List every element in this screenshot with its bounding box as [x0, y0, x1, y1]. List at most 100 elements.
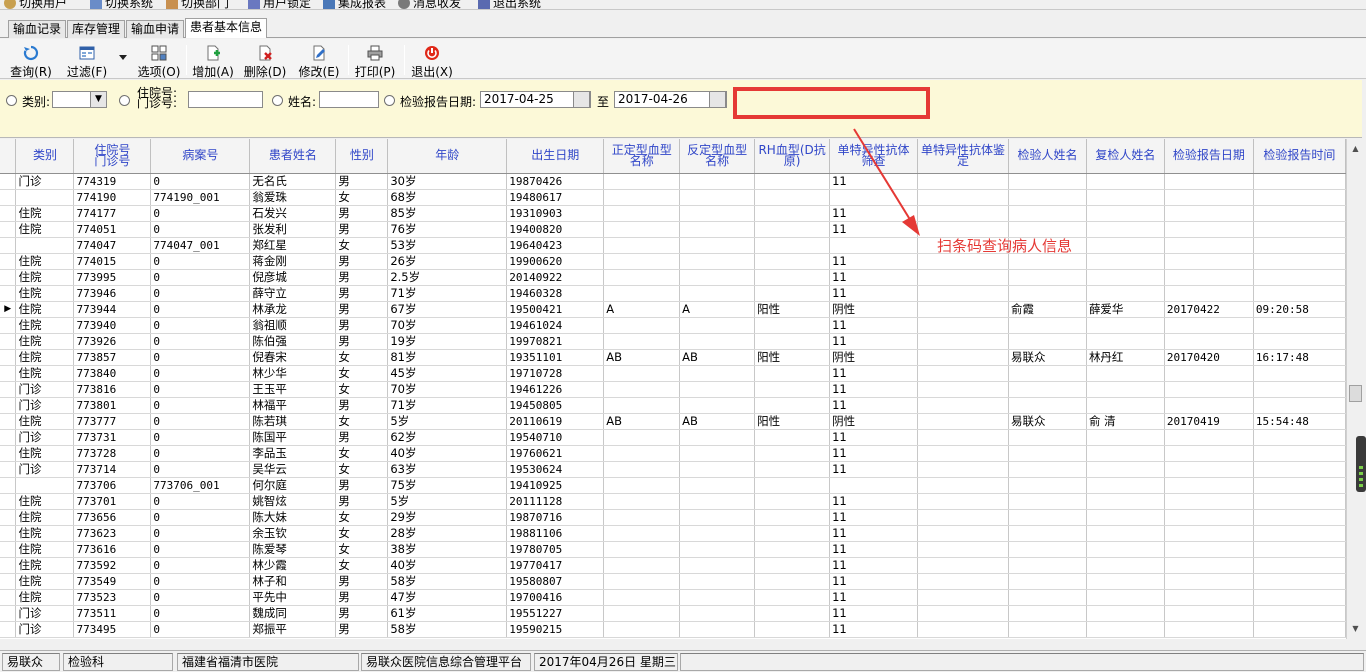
table-cell[interactable] [679, 285, 756, 302]
print-button[interactable]: 打印(P) [352, 42, 398, 79]
table-cell[interactable] [1253, 509, 1346, 526]
table-cell[interactable]: 773816 [73, 381, 152, 398]
table-cell[interactable] [15, 189, 75, 206]
table-cell[interactable] [603, 397, 681, 414]
table-cell[interactable]: 0 [150, 445, 251, 462]
table-cell[interactable] [1164, 557, 1254, 574]
table-cell[interactable]: 773840 [73, 365, 152, 382]
table-cell[interactable] [829, 237, 919, 254]
table-cell[interactable]: 0 [150, 525, 251, 542]
table-cell[interactable]: 女 [335, 413, 389, 430]
table-cell[interactable]: 王玉平 [249, 381, 337, 398]
table-cell[interactable] [679, 477, 756, 494]
table-cell[interactable]: 40岁 [387, 557, 508, 574]
table-cell[interactable]: 773995 [73, 269, 152, 286]
table-cell[interactable] [1008, 589, 1087, 606]
table-cell[interactable] [917, 349, 1009, 366]
row-indicator[interactable] [0, 381, 17, 398]
table-cell[interactable]: 姚智炫 [249, 493, 337, 510]
row-indicator[interactable] [0, 541, 17, 558]
table-cell[interactable] [1008, 269, 1087, 286]
row-indicator[interactable] [0, 221, 17, 238]
table-cell[interactable]: 陈国平 [249, 429, 337, 446]
table-cell[interactable]: 773940 [73, 317, 152, 334]
table-cell[interactable]: 林福平 [249, 397, 337, 414]
row-indicator[interactable] [0, 349, 17, 366]
table-cell[interactable]: 38岁 [387, 541, 508, 558]
table-cell[interactable]: 易联众 [1008, 349, 1087, 366]
table-cell[interactable]: 58岁 [387, 573, 508, 590]
table-cell[interactable]: 阴性 [829, 413, 919, 430]
table-cell[interactable]: 住院 [15, 285, 75, 302]
table-cell[interactable]: 林少霞 [249, 557, 337, 574]
table-cell[interactable]: 773495 [73, 621, 152, 638]
table-cell[interactable] [754, 589, 831, 606]
table-row[interactable]: 住院 773523 0 平先中男 47岁 19700416 11 [0, 589, 1346, 606]
table-row[interactable]: 门诊 773714 0 吴华云女 63岁 19530624 11 [0, 461, 1346, 478]
table-cell[interactable] [754, 285, 831, 302]
table-cell[interactable] [1008, 429, 1087, 446]
exit-button[interactable]: 退出(X) [408, 42, 456, 79]
table-cell[interactable]: 11 [829, 381, 919, 398]
table-cell[interactable] [1086, 509, 1165, 526]
row-indicator[interactable] [0, 605, 17, 622]
table-cell[interactable]: 0 [150, 285, 251, 302]
table-cell[interactable] [603, 365, 681, 382]
table-cell[interactable]: 住院 [15, 301, 75, 318]
table-cell[interactable] [1253, 493, 1346, 510]
table-cell[interactable] [679, 365, 756, 382]
table-row[interactable]: 门诊 773816 0 王玉平女 70岁 19461226 11 [0, 381, 1346, 398]
table-cell[interactable] [754, 253, 831, 270]
table-cell[interactable]: 11 [829, 333, 919, 350]
table-cell[interactable] [917, 381, 1009, 398]
table-cell[interactable]: 住院 [15, 509, 75, 526]
table-cell[interactable] [679, 269, 756, 286]
table-row[interactable]: 住院 773701 0 姚智炫男 5岁 20111128 11 [0, 493, 1346, 510]
table-cell[interactable] [1008, 189, 1087, 206]
table-cell[interactable]: 70岁 [387, 381, 508, 398]
table-cell[interactable] [15, 477, 75, 494]
row-indicator[interactable] [0, 173, 17, 190]
table-cell[interactable]: 774190 [73, 189, 152, 206]
table-cell[interactable] [1164, 173, 1254, 190]
table-cell[interactable]: 26岁 [387, 253, 508, 270]
row-indicator[interactable] [0, 461, 17, 478]
table-cell[interactable] [1008, 173, 1087, 190]
table-cell[interactable]: 773549 [73, 573, 152, 590]
table-row[interactable]: 住院 773623 0 余玉钦女 28岁 19881106 11 [0, 525, 1346, 542]
table-cell[interactable] [754, 397, 831, 414]
table-row[interactable]: 住院 773946 0 薛守立男 71岁 19460328 11 [0, 285, 1346, 302]
table-cell[interactable] [754, 173, 831, 190]
report-date-radio[interactable] [384, 95, 395, 106]
table-cell[interactable] [1164, 221, 1254, 238]
table-cell[interactable] [917, 173, 1009, 190]
table-cell[interactable]: 门诊 [15, 429, 75, 446]
table-cell[interactable] [1008, 205, 1087, 222]
table-cell[interactable] [754, 365, 831, 382]
table-cell[interactable] [1086, 189, 1165, 206]
row-indicator[interactable] [0, 557, 17, 574]
table-cell[interactable] [917, 285, 1009, 302]
table-cell[interactable] [1086, 477, 1165, 494]
table-cell[interactable] [1008, 509, 1087, 526]
table-cell[interactable]: 吴华云 [249, 461, 337, 478]
table-cell[interactable] [1253, 237, 1346, 254]
date-from-picker-button[interactable] [573, 91, 590, 108]
add-button[interactable]: 增加(A) [190, 42, 236, 79]
table-cell[interactable]: 773714 [73, 461, 152, 478]
column-header[interactable]: 年龄 [387, 139, 508, 174]
table-cell[interactable]: 0 [150, 557, 251, 574]
table-cell[interactable] [679, 189, 756, 206]
table-cell[interactable] [679, 621, 756, 638]
scroll-up-arrow-icon[interactable]: ▲ [1348, 141, 1363, 157]
inpatient-radio[interactable] [119, 95, 130, 106]
table-cell[interactable] [1164, 253, 1254, 270]
table-row[interactable]: 门诊 773511 0 魏成同男 61岁 19551227 11 [0, 605, 1346, 622]
table-cell[interactable]: 11 [829, 173, 919, 190]
column-header[interactable]: 复检人姓名 [1086, 139, 1165, 174]
table-cell[interactable]: 75岁 [387, 477, 508, 494]
table-cell[interactable]: 男 [335, 205, 389, 222]
table-row[interactable]: 住院 773995 0 倪彦城男 2.5岁 20140922 11 [0, 269, 1346, 286]
table-cell[interactable]: 19970821 [506, 333, 605, 350]
table-cell[interactable]: 0 [150, 349, 251, 366]
